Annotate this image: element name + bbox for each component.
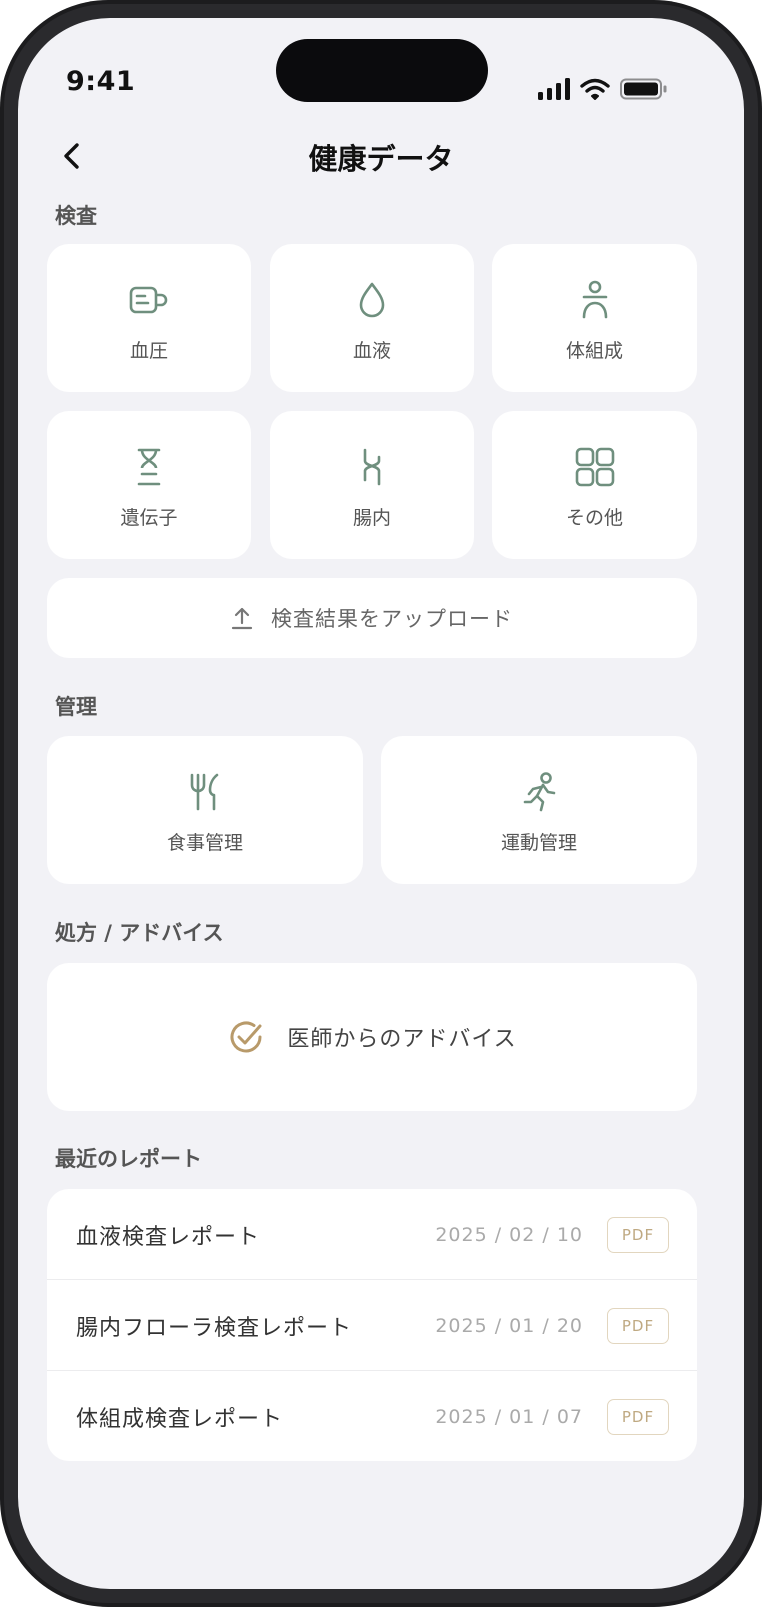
screen: 9:41 健康データ 検査 血圧 血液 体組成 遺伝子 腸内 その他 検査結果を… (18, 18, 744, 1589)
wifi-icon (580, 78, 610, 100)
signal-icon (538, 78, 570, 100)
pdf-badge[interactable]: PDF (607, 1398, 669, 1435)
tile-label: 食事管理 (166, 832, 243, 854)
intestine-icon (270, 447, 474, 487)
report-name: 腸内フローラ検査レポート (76, 1315, 353, 1341)
tile-label: その他 (565, 507, 623, 529)
body-composition-icon (492, 280, 697, 320)
grid-icon (492, 447, 697, 487)
blood-pressure-icon (47, 280, 251, 320)
battery-icon (620, 78, 668, 100)
dna-icon (47, 447, 251, 487)
status-time: 9:41 (66, 66, 136, 97)
report-row[interactable]: 血液検査レポート 2025 / 02 / 10 PDF (47, 1189, 697, 1280)
tile-label: 遺伝子 (120, 507, 178, 529)
tile-other[interactable]: その他 (492, 411, 697, 559)
tile-label: 腸内 (352, 507, 391, 529)
tile-intestine[interactable]: 腸内 (270, 411, 474, 559)
upload-results-button[interactable]: 検査結果をアップロード (47, 578, 697, 658)
tile-label: 血液 (352, 340, 391, 362)
tile-label: 運動管理 (500, 832, 577, 854)
status-icons (538, 78, 668, 100)
tile-gene[interactable]: 遺伝子 (47, 411, 251, 559)
report-row[interactable]: 腸内フローラ検査レポート 2025 / 01 / 20 PDF (47, 1279, 697, 1371)
report-name: 体組成検査レポート (76, 1406, 284, 1432)
tile-blood-pressure[interactable]: 血圧 (47, 244, 251, 392)
page-title: 健康データ (308, 142, 454, 176)
section-label-tests: 検査 (55, 204, 97, 228)
utensils-icon (47, 772, 363, 812)
tile-label: 血圧 (129, 340, 168, 362)
report-date: 2025 / 01 / 07 (435, 1405, 583, 1428)
pdf-badge[interactable]: PDF (607, 1216, 669, 1253)
report-date: 2025 / 01 / 20 (435, 1314, 583, 1337)
tile-meal-management[interactable]: 食事管理 (47, 736, 363, 884)
section-label-prescription: 処方 / アドバイス (55, 921, 224, 945)
section-label-reports: 最近のレポート (55, 1147, 202, 1171)
tile-label: 体組成 (565, 340, 623, 362)
pdf-badge[interactable]: PDF (607, 1307, 669, 1344)
check-circle-icon (230, 1021, 262, 1053)
report-row[interactable]: 体組成検査レポート 2025 / 01 / 07 PDF (47, 1370, 697, 1461)
doctor-advice-button[interactable]: 医師からのアドバイス (47, 963, 697, 1111)
tile-exercise-management[interactable]: 運動管理 (381, 736, 697, 884)
tile-body-composition[interactable]: 体組成 (492, 244, 697, 392)
phone-frame: 9:41 健康データ 検査 血圧 血液 体組成 遺伝子 腸内 その他 検査結果を… (0, 0, 762, 1607)
upload-label: 検査結果をアップロード (271, 607, 513, 631)
upload-icon (231, 607, 253, 630)
advice-label: 医師からのアドバイス (287, 1027, 517, 1052)
report-name: 血液検査レポート (76, 1224, 261, 1250)
dynamic-island (276, 39, 488, 102)
section-label-management: 管理 (55, 695, 97, 719)
tile-blood[interactable]: 血液 (270, 244, 474, 392)
report-date: 2025 / 02 / 10 (435, 1223, 583, 1246)
blood-drop-icon (270, 280, 474, 320)
header: 健康データ (18, 130, 744, 182)
reports-list: 血液検査レポート 2025 / 02 / 10 PDF 腸内フローラ検査レポート… (47, 1189, 697, 1461)
running-icon (381, 772, 697, 812)
